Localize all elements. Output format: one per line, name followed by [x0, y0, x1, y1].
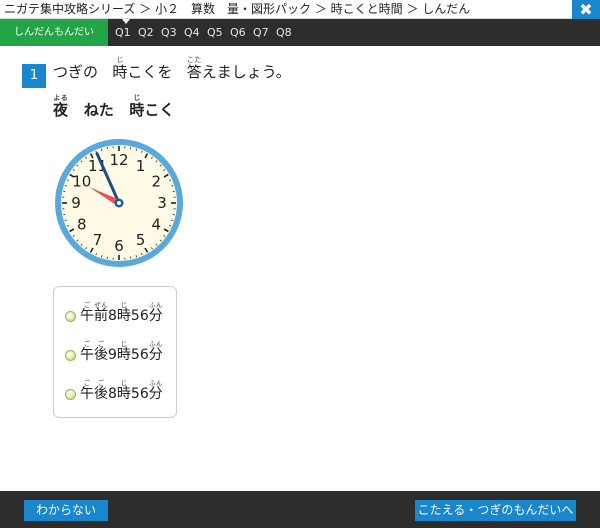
clock-number: 7 [93, 231, 103, 249]
question-kanji: 答こた [186, 56, 202, 81]
clock-number: 4 [151, 216, 161, 234]
choice-text: 午ご後ご8時じ56分ふん [80, 379, 163, 402]
question-part: こくを [127, 63, 173, 81]
tab-q4[interactable]: Q4 [184, 19, 207, 46]
footer-bar: わからない こたえる・つぎのもんだいへ [0, 491, 600, 528]
sub-part: ねた [83, 101, 114, 119]
clock-number: 3 [157, 194, 167, 212]
radio-button[interactable] [65, 311, 76, 322]
answer-choices: 午ご前ぜん8時じ56分ふん 午ご後ご9時じ56分ふん 午ご後ご8時じ56分ふん [53, 286, 177, 418]
question-kanji: 時じ [112, 56, 128, 81]
choice-text: 午ご前ぜん8時じ56分ふん [80, 301, 163, 324]
question-part: つぎの [53, 63, 99, 81]
tab-q2[interactable]: Q2 [138, 19, 161, 46]
tab-diagnostic[interactable]: しんだんもんだい [0, 19, 108, 46]
clock-number: 1 [136, 157, 146, 175]
clock-number: 2 [151, 173, 161, 191]
clock-face: 12 1234567891011 [55, 139, 183, 267]
tab-q8[interactable]: Q8 [276, 19, 299, 46]
question-part: えましょう。 [201, 63, 291, 81]
tab-q5[interactable]: Q5 [207, 19, 230, 46]
choice-3[interactable]: 午ご後ご8時じ56分ふん [65, 379, 163, 403]
question-text: つぎの 時じこくを 答こたえましょう。 [53, 56, 291, 80]
sub-part: こく [144, 101, 175, 119]
question-tab-bar: しんだんもんだい Q1 Q2 Q3 Q4 Q5 Q6 Q7 Q8 [0, 19, 600, 46]
tab-q3[interactable]: Q3 [161, 19, 184, 46]
choice-1[interactable]: 午ご前ぜん8時じ56分ふん [65, 301, 163, 325]
sub-kanji: 夜よる [53, 94, 69, 119]
clock-number: 8 [77, 216, 87, 234]
clock-center-dot [117, 201, 121, 205]
tab-q6[interactable]: Q6 [230, 19, 253, 46]
clock-number: 9 [71, 194, 81, 212]
answer-next-button[interactable]: こたえる・つぎのもんだいへ [415, 500, 576, 521]
question-tabs: Q1 Q2 Q3 Q4 Q5 Q6 Q7 Q8 [115, 19, 299, 46]
tab-q1[interactable]: Q1 [115, 19, 138, 46]
dont-know-button[interactable]: わからない [24, 500, 108, 521]
radio-button[interactable] [65, 350, 76, 361]
choice-2[interactable]: 午ご後ご9時じ56分ふん [65, 340, 163, 364]
sub-kanji: 時じ [129, 94, 145, 119]
clock-number: 10 [72, 173, 91, 191]
close-icon: ✖ [579, 0, 593, 19]
sub-question: 夜よる ねた 時じこく [53, 94, 174, 118]
breadcrumb-bar: ニガテ集中攻略シリーズ ＞ 小２ 算数 量・図形パック ＞ 時こくと時間 ＞ し… [0, 0, 600, 19]
clock-number: 12 [109, 151, 128, 169]
radio-button[interactable] [65, 389, 76, 400]
clock-number: 5 [136, 231, 146, 249]
tab-q7[interactable]: Q7 [253, 19, 276, 46]
analog-clock: 12 1 2 3 4 5 6 7 8 9 10 11 [52, 136, 186, 270]
question-number-badge: 1 [22, 64, 46, 88]
breadcrumb: ニガテ集中攻略シリーズ ＞ 小２ 算数 量・図形パック ＞ 時こくと時間 ＞ し… [4, 2, 471, 16]
choice-text: 午ご後ご9時じ56分ふん [80, 340, 163, 363]
close-button[interactable]: ✖ [572, 0, 600, 19]
clock-number: 6 [114, 237, 124, 255]
